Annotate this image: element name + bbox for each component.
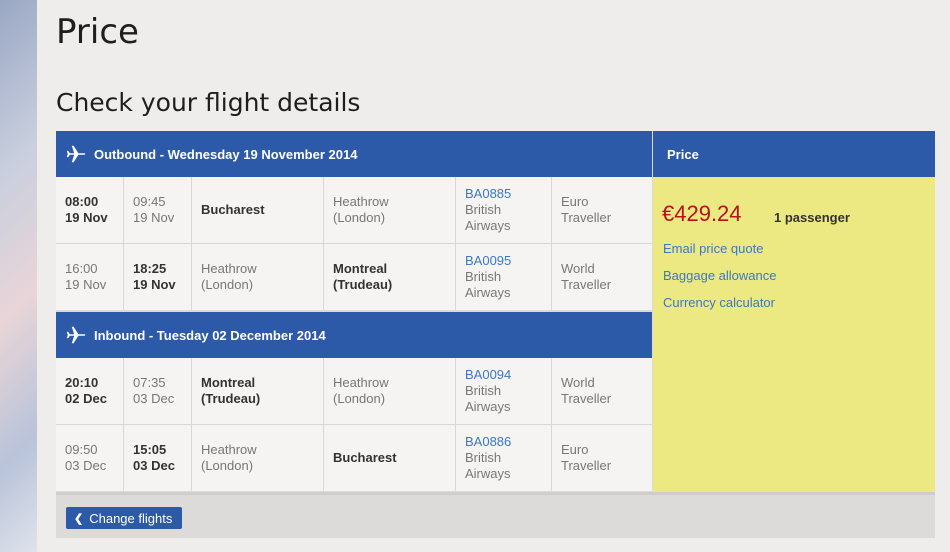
departure-cell: 20:10 02 Dec <box>56 358 124 424</box>
change-flights-button[interactable]: ❮ Change flights <box>66 507 183 529</box>
cabin-cell: World Traveller <box>561 375 612 406</box>
main-content: Price Check your flight details Outbound… <box>37 0 950 552</box>
baggage-allowance-link[interactable]: Baggage allowance <box>663 268 776 283</box>
flight-number-link[interactable]: BA0095 <box>465 253 511 269</box>
flight-cell: BA0095 British Airways <box>456 244 552 310</box>
origin-cell: Montreal (Trudeau) <box>192 358 324 424</box>
destination-cell: Bucharest <box>324 425 456 491</box>
footer-bar: ❮ Change flights <box>56 492 935 538</box>
price-amount: €429.24 <box>662 201 742 226</box>
flight-cell: BA0885 British Airways <box>456 177 552 243</box>
flight-number-link[interactable]: BA0885 <box>465 186 511 202</box>
departure-cell: 09:50 03 Dec <box>56 425 124 491</box>
passenger-count: 1 passenger <box>774 210 850 225</box>
origin-cell: Heathrow (London) <box>192 244 324 310</box>
cabin-cell: World Traveller <box>561 261 612 292</box>
chevron-left-icon: ❮ <box>74 512 84 525</box>
airplane-icon <box>66 326 86 344</box>
arrival-cell: 18:25 19 Nov <box>124 244 192 310</box>
departure-cell: 08:00 19 Nov <box>56 177 124 243</box>
email-price-quote-link[interactable]: Email price quote <box>663 241 763 256</box>
cabin-cell: Euro Traveller <box>561 194 612 225</box>
destination-cell: Heathrow (London) <box>324 177 456 243</box>
table-row: 09:50 03 Dec 15:05 03 Dec Heathrow (London)… <box>56 425 652 491</box>
flight-details-panel: Outbound - Wednesday 19 November 2014 08… <box>56 131 935 538</box>
flight-number-link[interactable]: BA0886 <box>465 434 511 450</box>
arrival-cell: 09:45 19 Nov <box>124 177 192 243</box>
arrival-cell: 15:05 03 Dec <box>124 425 192 491</box>
origin-cell: Heathrow (London) <box>192 425 324 491</box>
cabin-cell: Euro Traveller <box>561 442 612 473</box>
flight-cell: BA0094 British Airways <box>456 358 552 424</box>
price-panel: €429.24 1 passenger Email price quote Ba… <box>653 177 935 492</box>
arrival-cell: 07:35 03 Dec <box>124 358 192 424</box>
destination-cell: Montreal (Trudeau) <box>324 244 456 310</box>
page-title: Price <box>56 12 139 52</box>
table-row: 08:00 19 Nov 09:45 19 Nov Bucharest Heathr… <box>56 177 652 243</box>
inbound-header-label: Inbound - Tuesday 02 December 2014 <box>94 327 326 343</box>
origin-cell: Bucharest <box>192 177 324 243</box>
change-flights-label: Change flights <box>89 510 173 526</box>
outbound-header: Outbound - Wednesday 19 November 2014 <box>56 131 652 177</box>
inbound-header: Inbound - Tuesday 02 December 2014 <box>56 312 652 358</box>
destination-cell: Heathrow (London) <box>324 358 456 424</box>
table-row: 16:00 19 Nov 18:25 19 Nov Heathrow (London)… <box>56 244 652 310</box>
price-header: Price <box>653 131 935 177</box>
departure-cell: 16:00 19 Nov <box>56 244 124 310</box>
section-title: Check your flight details <box>56 88 361 117</box>
flight-cell: BA0886 British Airways <box>456 425 552 491</box>
flight-number-link[interactable]: BA0094 <box>465 367 511 383</box>
currency-calculator-link[interactable]: Currency calculator <box>663 295 775 310</box>
table-row: 20:10 02 Dec 07:35 03 Dec Montreal (Trudeau… <box>56 358 652 424</box>
airplane-icon <box>66 145 86 163</box>
background-decoration <box>0 0 37 552</box>
outbound-header-label: Outbound - Wednesday 19 November 2014 <box>94 146 358 162</box>
